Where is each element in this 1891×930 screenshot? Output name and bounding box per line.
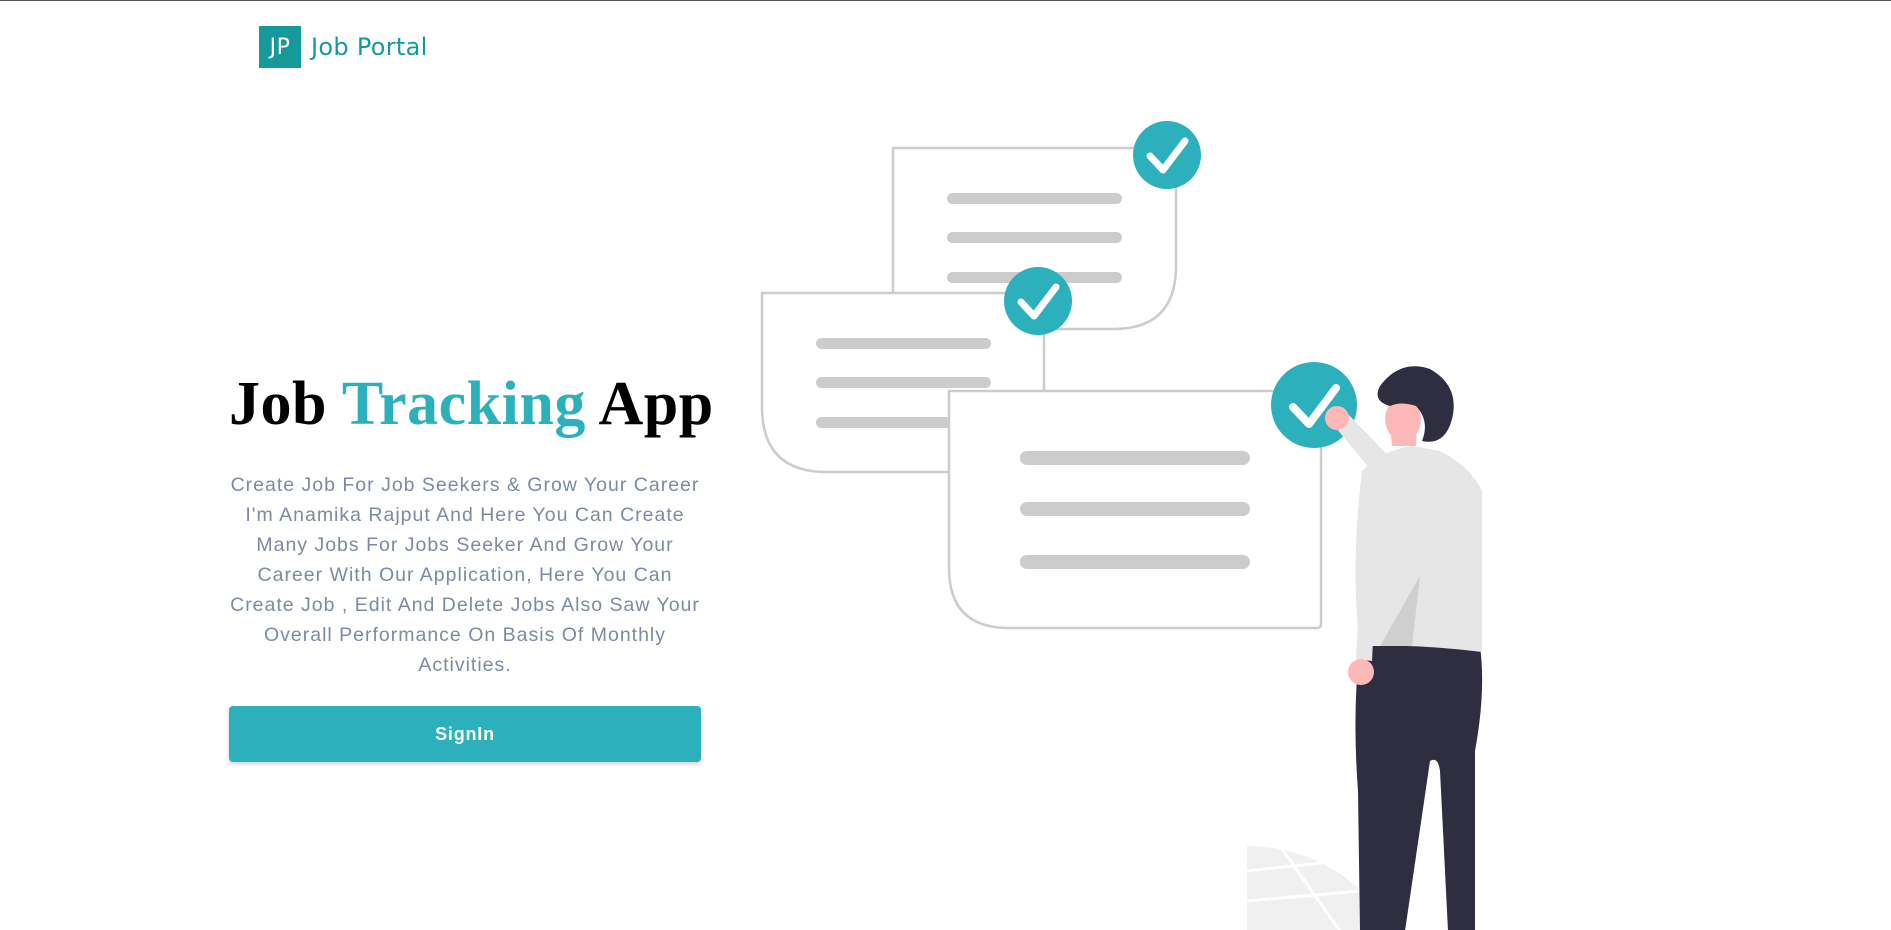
signin-button[interactable]: SignIn: [229, 706, 701, 762]
landing-page: JP Job Portal Job Tracking App Create Jo…: [0, 0, 1891, 930]
hero-description: Create Job For Job Seekers & Grow Your C…: [230, 474, 700, 676]
hero-title: Job Tracking App: [229, 369, 713, 439]
document-card-front: [947, 389, 1323, 630]
hero-title-accent: Tracking: [341, 370, 586, 438]
check-circle-icon: [1004, 267, 1072, 335]
hero-title-part1: Job: [229, 370, 327, 438]
job-tracking-illustration: [740, 101, 1540, 930]
hero-title-part2: App: [598, 370, 714, 438]
brand-name: Job Portal: [311, 33, 428, 61]
hero-section: Job Tracking App Create Job For Job Seek…: [229, 369, 713, 762]
person-figure: [1325, 366, 1483, 930]
check-circle-icon: [1133, 121, 1201, 189]
brand-link[interactable]: JP Job Portal: [259, 26, 428, 68]
brand-logo: JP: [259, 26, 301, 68]
